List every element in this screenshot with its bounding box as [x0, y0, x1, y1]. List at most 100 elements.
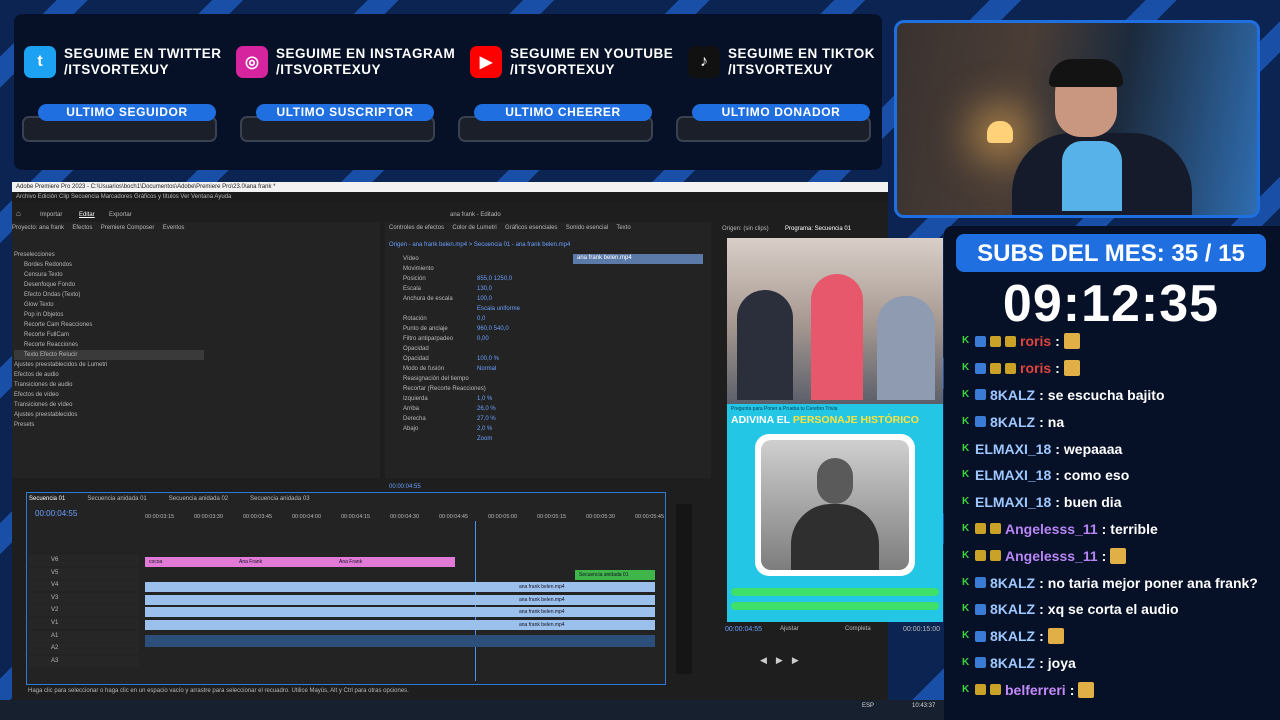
controls-tabs[interactable]: Controles de efectos Color de Lumetri Gr… [389, 225, 631, 231]
control-row[interactable]: Rotación 0,0 [391, 314, 571, 324]
fit-select[interactable]: Ajustar [780, 626, 799, 632]
control-row[interactable]: Filtro antiparpadeo 0,00 [391, 334, 571, 344]
control-value[interactable]: 26,0 % [477, 404, 496, 414]
effects-item[interactable]: Censura Texto [14, 270, 204, 280]
tab-importar[interactable]: Importar [40, 208, 62, 222]
chat-username[interactable]: roris [1020, 360, 1051, 376]
video-clip-4[interactable] [145, 619, 655, 630]
control-value[interactable]: Escala uniforme [477, 304, 520, 314]
source-tab[interactable]: Origen: (sin clips) [722, 226, 769, 232]
track-header[interactable]: V1 [29, 618, 139, 629]
control-value[interactable]: 100,0 % [477, 354, 499, 364]
pink-clip[interactable]: Ana Frank [235, 557, 335, 567]
video-clip-2[interactable] [145, 594, 655, 605]
control-value[interactable]: 27,0 % [477, 414, 496, 424]
social-link[interactable]: t SEGUIME EN TWITTER/ITSVORTEXUY [24, 44, 222, 80]
chat-username[interactable]: belferreri [1005, 682, 1066, 698]
sequence-tab[interactable]: Secuencia anidada 03 [250, 496, 309, 502]
control-row[interactable]: Movimiento [391, 264, 571, 274]
nested-clip[interactable]: Secuencia anidada 01 [575, 570, 655, 580]
tab-exportar[interactable]: Exportar [109, 208, 132, 222]
control-row[interactable]: Recortar (Recorte Reacciones) [391, 384, 571, 394]
track-header[interactable]: V3 [29, 592, 139, 604]
control-row[interactable]: Arriba 26,0 % [391, 404, 571, 414]
controls-source[interactable]: Origen - ana frank belen.mp4 > Secuencia… [389, 242, 570, 248]
effects-item[interactable]: Recorte FullCam [14, 330, 204, 340]
effects-item[interactable]: Transiciones de vídeo [14, 400, 204, 410]
track-header[interactable]: V6 [29, 555, 139, 566]
effects-item[interactable]: Efectos de audio [14, 370, 204, 380]
chat-username[interactable]: 8KALZ [990, 387, 1035, 403]
pink-clip[interactable]: cocoa [145, 557, 235, 567]
control-row[interactable]: Modo de fusión Normal [391, 364, 571, 374]
effects-item[interactable]: Desenfoque Fondo [14, 280, 204, 290]
control-value[interactable]: Normal [477, 364, 496, 374]
effects-item[interactable]: Preselecciones [14, 250, 204, 260]
effects-item[interactable]: Transiciones de audio [14, 380, 204, 390]
track-header[interactable]: A1 [29, 630, 139, 642]
tab-editar[interactable]: Editar [79, 208, 95, 222]
pink-clip[interactable]: Ana Frank [335, 557, 455, 567]
video-clip-3[interactable] [145, 607, 655, 617]
effects-item[interactable]: Bordes Redondos [14, 260, 204, 270]
sequence-tab[interactable]: Secuencia 01 [29, 496, 65, 502]
timeline-timecode[interactable]: 00:00:04:55 [35, 509, 77, 518]
effects-item[interactable]: Efecto Ondas (Texto) [14, 290, 204, 300]
track-header[interactable]: V5 [29, 567, 139, 579]
chat-username[interactable]: ELMAXI_18 [975, 441, 1051, 457]
social-link[interactable]: ◎ SEGUIME EN INSTAGRAM/ITSVORTEXUY [236, 44, 455, 80]
chat-username[interactable]: Angelesss_11 [1005, 548, 1098, 564]
control-value[interactable]: Zoom [477, 434, 492, 444]
control-row[interactable]: Vídeo [391, 254, 571, 264]
effects-item[interactable]: Pop in Objetos [14, 310, 204, 320]
chat-username[interactable]: 8KALZ [990, 628, 1035, 644]
control-value[interactable]: 1,0 % [477, 394, 492, 404]
home-icon[interactable]: ⌂ [16, 207, 21, 221]
quality-select[interactable]: Completa [845, 626, 871, 632]
chat-username[interactable]: 8KALZ [990, 575, 1035, 591]
control-value[interactable]: 130,0 [477, 284, 492, 294]
audio-clip[interactable] [145, 635, 655, 647]
taskbar-language[interactable]: ESP [862, 703, 874, 709]
menu-bar[interactable]: Archivo Edición Clip Secuencia Marcadore… [12, 192, 888, 202]
control-row[interactable]: Zoom [391, 434, 571, 444]
control-value[interactable]: 855,0 1250,0 [477, 274, 512, 284]
effects-tabs[interactable]: Proyecto: ana frank Efectos Premiere Com… [12, 225, 184, 231]
effects-item[interactable]: Efectos de vídeo [14, 390, 204, 400]
play-icon[interactable]: ▶ [776, 655, 792, 665]
chat-username[interactable]: ELMAXI_18 [975, 467, 1051, 483]
control-row[interactable]: Anchura de escala 100,0 [391, 294, 571, 304]
chat-username[interactable]: 8KALZ [990, 414, 1035, 430]
effects-item[interactable]: Presets [14, 420, 204, 430]
control-value[interactable]: 0,00 [477, 334, 489, 344]
effects-item[interactable]: Texto Efecto Relucir [14, 350, 204, 360]
clip-segment[interactable]: ana frank belen.mp4 [515, 619, 575, 630]
step-forward-icon[interactable]: ▶ [792, 655, 808, 665]
control-row[interactable]: Escala uniforme [391, 304, 571, 314]
step-back-icon[interactable]: ◀ [760, 655, 776, 665]
effects-item[interactable]: Glow Texto [14, 300, 204, 310]
effects-item[interactable]: Recorte Cam Reacciones [14, 320, 204, 330]
chat-username[interactable]: 8KALZ [990, 655, 1035, 671]
control-row[interactable]: Abajo 2,0 % [391, 424, 571, 434]
control-value[interactable]: 100,0 [477, 294, 492, 304]
chat-username[interactable]: 8KALZ [990, 601, 1035, 617]
control-row[interactable]: Opacidad 100,0 % [391, 354, 571, 364]
control-row[interactable]: Izquierda 1,0 % [391, 394, 571, 404]
program-tab[interactable]: Programa: Secuencia 01 [785, 226, 851, 232]
taskbar-clock[interactable]: 10:43:37 [912, 703, 935, 709]
clip-segment[interactable]: ana frank belen.mp4 [515, 594, 575, 605]
social-link[interactable]: ♪ SEGUIME EN TIKTOK/ITSVORTEXUY [688, 44, 875, 80]
control-row[interactable]: Punto de anclaje 960,0 540,0 [391, 324, 571, 334]
control-row[interactable]: Posición 855,0 1250,0 [391, 274, 571, 284]
track-header[interactable]: V4 [29, 580, 139, 592]
control-value[interactable]: 2,0 % [477, 424, 492, 434]
effects-item[interactable]: Recorte Reacciones [14, 340, 204, 350]
sequence-tab[interactable]: Secuencia anidada 02 [169, 496, 228, 502]
control-row[interactable]: Opacidad [391, 344, 571, 354]
control-value[interactable]: 960,0 540,0 [477, 324, 509, 334]
chat-username[interactable]: roris [1020, 333, 1051, 349]
effects-item[interactable]: Ajustes preestablecidos [14, 410, 204, 420]
control-value[interactable]: 0,0 [477, 314, 485, 324]
track-header[interactable]: A2 [29, 643, 139, 655]
